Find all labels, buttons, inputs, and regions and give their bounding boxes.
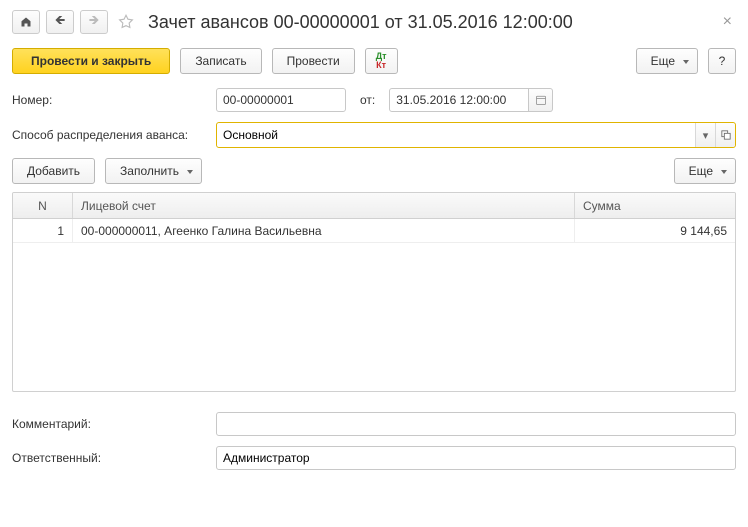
add-button[interactable]: Добавить xyxy=(12,158,95,184)
responsible-input[interactable] xyxy=(217,447,735,469)
forward-button: 🡺 xyxy=(80,10,108,34)
help-button[interactable]: ? xyxy=(708,48,736,74)
cell-n: 1 xyxy=(13,219,73,242)
table-more-button[interactable]: Еще xyxy=(674,158,736,184)
number-label: Номер: xyxy=(12,93,208,107)
favorite-star-icon[interactable] xyxy=(114,10,138,34)
date-input[interactable] xyxy=(389,88,529,112)
from-label: от: xyxy=(360,93,375,107)
more-button[interactable]: Еще xyxy=(636,48,698,74)
col-header-sum[interactable]: Сумма xyxy=(575,193,735,218)
dtkt-icon: ДтКт xyxy=(376,52,387,70)
close-icon[interactable]: × xyxy=(719,11,736,33)
post-button[interactable]: Провести xyxy=(272,48,355,74)
responsible-label: Ответственный: xyxy=(12,451,208,465)
table-row[interactable]: 1 00-000000011, Агеенко Галина Васильевн… xyxy=(13,219,735,243)
dtkt-button[interactable]: ДтКт xyxy=(365,48,398,74)
distribution-input[interactable] xyxy=(217,123,695,147)
distribution-label: Способ распределения аванса: xyxy=(12,128,208,142)
post-and-close-button[interactable]: Провести и закрыть xyxy=(12,48,170,74)
col-header-account[interactable]: Лицевой счет xyxy=(73,193,575,218)
cell-account: 00-000000011, Агеенко Галина Васильевна xyxy=(73,219,575,242)
number-input[interactable] xyxy=(216,88,346,112)
comment-input[interactable] xyxy=(216,412,736,436)
grid: N Лицевой счет Сумма 1 00-000000011, Аге… xyxy=(12,192,736,392)
fill-button[interactable]: Заполнить xyxy=(105,158,202,184)
col-header-n[interactable]: N xyxy=(13,193,73,218)
write-button[interactable]: Записать xyxy=(180,48,261,74)
dropdown-icon[interactable]: ▾ xyxy=(695,123,715,147)
home-button[interactable] xyxy=(12,10,40,34)
cell-sum: 9 144,65 xyxy=(575,219,735,242)
page-title: Зачет авансов 00-00000001 от 31.05.2016 … xyxy=(148,12,713,33)
open-icon[interactable] xyxy=(715,123,735,147)
back-button[interactable]: 🡸 xyxy=(46,10,74,34)
comment-label: Комментарий: xyxy=(12,417,208,431)
calendar-icon[interactable] xyxy=(529,88,553,112)
